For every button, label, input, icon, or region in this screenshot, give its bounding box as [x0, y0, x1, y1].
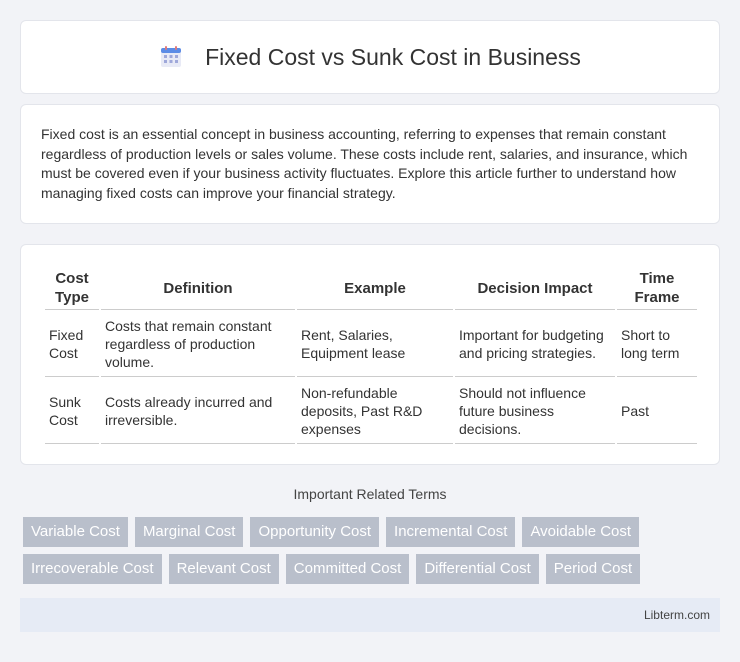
- tag-incremental-cost[interactable]: Incremental Cost: [386, 517, 516, 547]
- table-cell: Costs already incurred and irreversible.: [101, 379, 295, 444]
- comparison-table: Cost Type Definition Example Decision Im…: [43, 265, 699, 446]
- page-title: Fixed Cost vs Sunk Cost in Business: [205, 43, 581, 70]
- column-header: Cost Type: [45, 267, 99, 310]
- table-header-row: Cost Type Definition Example Decision Im…: [45, 267, 697, 310]
- table-cell: Should not influence future business dec…: [455, 379, 615, 444]
- footer-brand[interactable]: Libterm.com: [644, 608, 710, 622]
- intro-text: Fixed cost is an essential concept in bu…: [41, 126, 688, 201]
- table-cell: Sunk Cost: [45, 379, 99, 444]
- tag-relevant-cost[interactable]: Relevant Cost: [168, 554, 279, 584]
- related-terms-heading: Important Related Terms: [293, 486, 447, 502]
- table-cell: Important for budgeting and pricing stra…: [455, 312, 615, 377]
- table-row: Fixed Cost Costs that remain constant re…: [45, 312, 697, 377]
- tag-period-cost[interactable]: Period Cost: [545, 554, 641, 584]
- table-cell: Past: [617, 379, 697, 444]
- tag-opportunity-cost[interactable]: Opportunity Cost: [250, 517, 380, 547]
- column-header: Definition: [101, 267, 295, 310]
- tag-marginal-cost[interactable]: Marginal Cost: [134, 517, 244, 547]
- intro-card: Fixed cost is an essential concept in bu…: [20, 104, 720, 224]
- tag-avoidable-cost[interactable]: Avoidable Cost: [522, 517, 640, 547]
- table-card: Cost Type Definition Example Decision Im…: [20, 244, 720, 465]
- table-cell: Non-refundable deposits, Past R&D expens…: [297, 379, 453, 444]
- tag-irrecoverable-cost[interactable]: Irrecoverable Cost: [23, 554, 162, 584]
- table-row: Sunk Cost Costs already incurred and irr…: [45, 379, 697, 444]
- tag-row: Variable Cost Marginal Cost Opportunity …: [23, 517, 723, 547]
- tag-committed-cost[interactable]: Committed Cost: [285, 554, 410, 584]
- tag-variable-cost[interactable]: Variable Cost: [23, 517, 128, 547]
- tag-differential-cost[interactable]: Differential Cost: [416, 554, 539, 584]
- column-header: Decision Impact: [455, 267, 615, 310]
- title-card: Fixed Cost vs Sunk Cost in Business: [20, 20, 720, 94]
- tag-row: Irrecoverable Cost Relevant Cost Committ…: [23, 554, 723, 584]
- calendar-icon: [159, 45, 183, 69]
- column-header: Time Frame: [617, 267, 697, 310]
- table-cell: Fixed Cost: [45, 312, 99, 377]
- table-cell: Rent, Salaries, Equipment lease: [297, 312, 453, 377]
- column-header: Example: [297, 267, 453, 310]
- table-cell: Short to long term: [617, 312, 697, 377]
- table-cell: Costs that remain constant regardless of…: [101, 312, 295, 377]
- related-terms-list: Variable Cost Marginal Cost Opportunity …: [23, 517, 723, 591]
- footer: Libterm.com: [20, 598, 720, 632]
